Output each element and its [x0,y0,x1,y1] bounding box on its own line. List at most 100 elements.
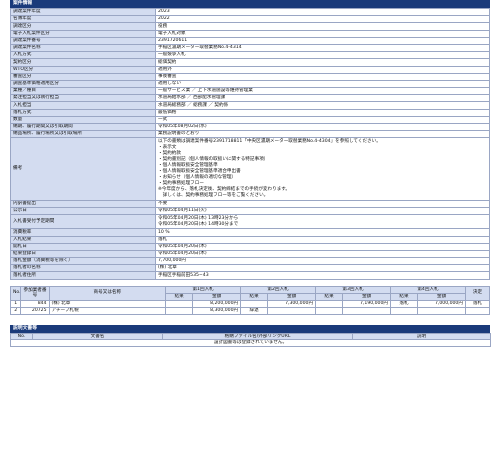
info-value: 役務 [155,22,490,31]
info-value: 一式 [155,115,490,125]
bid-cell-r1-result [165,306,194,315]
info-row: 落札者住所 手稲区手稲前田535−43 [10,271,490,280]
info-row: 調達案件年度 2023 [10,7,490,17]
info-label: 調査基準価格適用区分 [10,79,156,89]
bid-cell-bidder-no: 844 [20,299,50,308]
info-row: 業種／種目 一般サービス業 ／ 上下水道施設等維持管理業 [10,87,490,96]
info-value: 2022 [155,15,490,24]
info-value: (株) 北章 [155,264,490,273]
col-round1: 第1回入札 [165,285,242,294]
info-row: 契約区分 総価契約 [10,58,490,67]
info-label: 発注担当又は執行担当 [10,94,156,103]
info-row: 消費税率 10 % [10,228,490,237]
info-row: 結果登録日 令和05年04月20日(木) [10,249,490,259]
info-label: 数量 [10,115,156,125]
col-r3-result: 結果 [315,292,344,301]
info-value: 7,700,000円 [155,257,490,266]
bid-cell-r1-amount: 8,300,000円 [192,306,242,315]
col-round4: 第4回入札 [390,285,466,294]
info-row: 発注担当又は執行担当 水道局給水部 ／ 西部配水管理課 [10,94,490,103]
info-row: WTO区分 適用外 [10,65,490,74]
bid-row: 1 844 (株) 北章 8,200,000円 7,300,000円 7,190,000円… [9,299,491,308]
info-value: 総価契約 [155,58,490,67]
info-label: 消費税率 [10,228,156,237]
info-value: 令和05年04月20日(木) [155,249,490,259]
info-label: 入札方式 [10,51,156,60]
col-r2-amount: 金額 [267,292,317,301]
bid-cell-no: 1 [9,299,22,308]
info-label: 業種／種目 [10,87,156,96]
info-label: 落札者住所 [10,271,156,280]
info-label: 調達区分 [10,22,156,31]
bid-cell-name: アチーブ札幌 [48,306,167,315]
col-r1-result: 結果 [165,292,194,301]
info-value: 落札 [155,235,490,244]
info-label: 審査区分 [10,72,156,81]
info-value: 一般競争入札 [155,51,490,60]
case-info-header: 案件情報 [10,0,490,8]
info-label: 開札日 [10,242,156,251]
bid-cell-r3-result [315,306,344,315]
info-value: 手稲区手稲前田535−43 [155,271,490,280]
bid-cell-name: (株) 北章 [48,299,167,308]
info-row: 落札金額（消費税等を除く） 7,700,000円 [10,257,490,266]
info-value: 事後審査 [155,72,490,81]
info-label: 入札書受付予定期間 [10,214,156,230]
info-value: 令和05年04月20日(木) 13時23分から 令和05年04月20日(木) 1… [155,214,490,230]
docs-col-name: 文書名 [32,332,163,341]
info-value: 令和05年04月20日(木) [155,242,490,251]
info-label: 落札金額（消費税等を除く） [10,257,156,266]
bid-cell-r1-result [165,299,194,308]
docs-table: No. 文書名 格納ファイル名/外部リンクURL 説明 設計図書等は登録されてい… [10,332,491,348]
bid-cell-r2-amount: 7,300,000円 [267,299,317,308]
bid-results-table: No. 参加業者番号 商号又は名称 第1回入札 第2回入札 第3回入札 第4回入… [9,285,491,315]
bid-cell-r3-result [315,299,344,308]
info-row: 公示日 令和05年04月11日(火) [10,207,490,216]
info-value: 業務説明書のとおり [155,130,490,139]
info-label: 公示日 [10,207,156,216]
info-label: 納期、履行期間又は引取期間 [10,122,156,132]
info-row: 名簿年度 2022 [10,15,490,24]
info-label: 内訳書提出 [10,199,156,209]
info-row: 入札書受付予定期間 令和05年04月20日(木) 13時23分から 令和05年04… [10,214,490,230]
col-r3-amount: 金額 [342,292,391,301]
col-r1-amount: 金額 [192,292,242,301]
bid-cell-r3-amount [342,306,391,315]
bid-cell-no: 2 [9,306,22,315]
info-value: 不要 [155,199,490,209]
col-no: No. [9,285,22,301]
info-label: 調達案件年度 [10,7,156,17]
info-value: 電子入札対象 [155,29,490,38]
docs-col-desc: 説明 [352,332,491,341]
info-label: 納品場所、履行場所又は引取場所 [10,130,156,139]
info-row: 入札方式 一般競争入札 [10,51,490,60]
info-row: 電子入札案件区分 電子入札対象 [10,29,490,38]
bid-cell-r4-result: 落札 [389,299,419,308]
bid-row: 2 20725 アチーブ札幌 8,300,000円 辞退 [9,306,491,315]
docs-header: 説明文書等 [10,324,490,333]
docs-empty-message: 設計図書等は登録されていません。 [10,339,491,348]
info-row: 調達案件番号 2391720611 [10,36,490,45]
bid-cell-decision: 落札 [464,299,491,308]
info-label: 電子入札案件区分 [10,29,156,38]
info-value: 2391720611 [155,36,490,45]
info-row: 納期、履行期間又は引取期間 令和05年08月02日(水) [10,122,490,132]
col-r4-result: 結果 [389,292,419,301]
info-row: 落札方式 最低価格 [10,108,490,117]
info-value: 一般サービス業 ／ 上下水道施設等維持管理業 [155,87,490,96]
info-label: WTO区分 [10,65,156,74]
info-label: 結果登録日 [10,249,156,259]
info-value: 10 % [155,228,490,237]
info-row: 調査基準価格適用区分 適用しない [10,79,490,89]
page-container: 案件情報 調達案件年度 2023 名簿年度 2022 調達区分 役務 電子入札案件区分 電子入… [9,0,491,348]
info-label: 名簿年度 [10,15,156,24]
info-value: 以下の書類は調達案件番号2391718811「中央区濃期メーター取替業務No.4… [155,137,490,201]
info-value: 手稲区濃期メーター取替業務No.4-4314 [155,43,490,53]
bid-cell-r2-result [240,299,269,308]
info-row: 備考 以下の書類は調達案件番号2391718811「中央区濃期メーター取替業務No… [10,137,490,201]
info-value: 令和05年04月11日(火) [155,207,490,216]
info-label: 備考 [10,137,156,201]
info-label: 入札結果 [10,235,156,244]
info-row: 開札日 令和05年04月20日(木) [10,242,490,251]
info-value: 水道局総務部 ／ 総務課 ／ 契約係 [155,101,490,110]
